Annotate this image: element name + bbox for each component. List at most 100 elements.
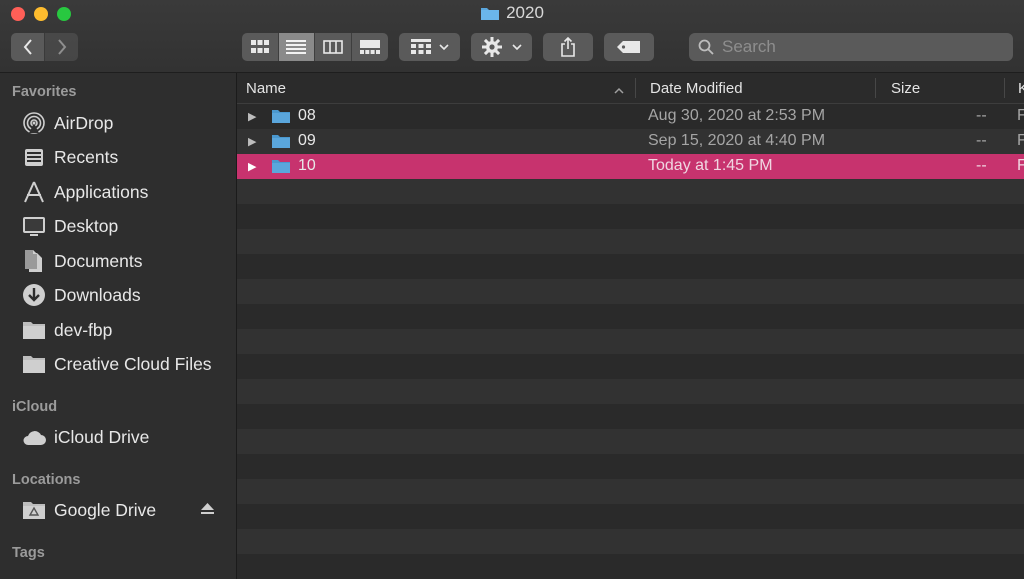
chevron-down-icon (438, 44, 449, 50)
sidebar-item-label: dev-fbp (54, 319, 113, 340)
empty-row (237, 179, 1024, 204)
sidebar-item-documents[interactable]: Documents (22, 247, 143, 275)
column-header-name[interactable]: Name (246, 80, 286, 97)
list-header: Name Date Modified Size K (237, 73, 1024, 104)
back-button[interactable] (11, 33, 45, 61)
disclosure-triangle-icon[interactable]: ▶ (248, 135, 256, 148)
search-input[interactable] (720, 36, 1004, 58)
sidebar-section-favorites: Favorites (12, 84, 77, 100)
chevron-right-icon (57, 39, 66, 55)
column-header-size[interactable]: Size (891, 80, 920, 97)
share-icon (561, 37, 575, 57)
table-row-selected[interactable]: ▶ 10 Today at 1:45 PM -- F (237, 154, 1024, 179)
toolbar: 2020 (0, 0, 1024, 73)
sidebar-item-recents[interactable]: Recents (22, 143, 118, 171)
sidebar-item-label: Desktop (54, 215, 119, 236)
file-name: 08 (298, 107, 316, 124)
rows: ▶ 08 Aug 30, 2020 at 2:53 PM -- F ▶ 09 S… (237, 104, 1024, 579)
sidebar-item-label: Recents (54, 146, 119, 167)
tags-button[interactable] (604, 33, 654, 61)
sidebar-item-creative-cloud-files[interactable]: Creative Cloud Files (22, 350, 212, 378)
folder-icon (481, 8, 500, 20)
tag-icon (617, 41, 640, 53)
empty-row (237, 329, 1024, 354)
empty-row (237, 279, 1024, 304)
gallery-icon (359, 40, 380, 54)
table-row[interactable]: ▶ 08 Aug 30, 2020 at 2:53 PM -- F (237, 104, 1024, 129)
downloads-icon (22, 283, 46, 307)
empty-row (237, 354, 1024, 379)
forward-button[interactable] (45, 33, 78, 61)
list-view-button[interactable] (278, 33, 315, 61)
column-divider[interactable] (1004, 78, 1005, 98)
sidebar: Favorites AirDrop Recents Applications D… (0, 73, 237, 579)
empty-row (237, 404, 1024, 429)
view-mode-control (242, 33, 388, 61)
chevron-up-icon (614, 81, 624, 98)
file-name: 09 (298, 132, 316, 149)
disclosure-triangle-icon[interactable]: ▶ (248, 110, 256, 123)
columns-icon (322, 40, 343, 54)
chevron-left-icon (23, 39, 32, 55)
sidebar-item-google-drive[interactable]: Google Drive (22, 496, 156, 524)
applications-icon (22, 180, 46, 204)
sidebar-item-label: Google Drive (54, 499, 157, 520)
sidebar-item-label: iCloud Drive (54, 426, 150, 447)
sidebar-item-label: Downloads (54, 284, 141, 305)
sidebar-item-label: AirDrop (54, 112, 114, 133)
sidebar-item-icloud-drive[interactable]: iCloud Drive (22, 423, 149, 451)
column-divider[interactable] (875, 78, 876, 98)
sidebar-item-desktop[interactable]: Desktop (22, 212, 118, 240)
file-size: -- (976, 132, 987, 149)
file-name: 10 (298, 157, 316, 174)
column-view-button[interactable] (315, 33, 352, 61)
sidebar-item-downloads[interactable]: Downloads (22, 281, 141, 309)
empty-row (237, 429, 1024, 454)
documents-icon (22, 249, 46, 273)
icon-view-button[interactable] (242, 33, 279, 61)
share-button[interactable] (543, 33, 593, 61)
search-field[interactable] (689, 33, 1013, 61)
file-size: -- (976, 107, 987, 124)
folder-icon (271, 133, 291, 154)
airdrop-icon (22, 111, 46, 135)
empty-row (237, 254, 1024, 279)
group-button[interactable] (399, 33, 460, 61)
action-button[interactable] (471, 33, 532, 61)
folder-icon (22, 352, 46, 376)
empty-rows (237, 179, 1024, 579)
table-row[interactable]: ▶ 09 Sep 15, 2020 at 4:40 PM -- F (237, 129, 1024, 154)
eject-icon[interactable] (201, 503, 214, 518)
sidebar-item-label: Documents (54, 250, 143, 271)
sidebar-section-icloud: iCloud (12, 399, 58, 415)
window-title: 2020 (0, 3, 1024, 23)
grid-icon (250, 40, 269, 53)
file-kind: F (1017, 132, 1024, 149)
sidebar-item-label: Creative Cloud Files (54, 353, 212, 374)
sidebar-item-applications[interactable]: Applications (22, 178, 148, 206)
sidebar-item-label: Applications (54, 181, 149, 202)
drive-icon (22, 498, 46, 522)
desktop-icon (22, 214, 46, 238)
disclosure-triangle-icon[interactable]: ▶ (248, 160, 256, 173)
column-header-date-modified[interactable]: Date Modified (650, 80, 743, 97)
gallery-view-button[interactable] (352, 33, 389, 61)
file-size: -- (976, 157, 987, 174)
empty-row (237, 504, 1024, 529)
empty-row (237, 229, 1024, 254)
window-title-text: 2020 (506, 3, 544, 22)
sidebar-item-dev-fbp[interactable]: dev-fbp (22, 316, 112, 344)
file-date: Aug 30, 2020 at 2:53 PM (648, 107, 826, 124)
file-kind: F (1017, 107, 1024, 124)
folder-icon (22, 318, 46, 342)
list-icon (286, 40, 307, 54)
nav-buttons (11, 33, 78, 61)
cloud-icon (22, 425, 46, 449)
sidebar-item-airdrop[interactable]: AirDrop (22, 109, 113, 137)
column-header-kind[interactable]: K (1018, 80, 1024, 97)
empty-row (237, 304, 1024, 329)
column-divider[interactable] (635, 78, 636, 98)
file-list: Name Date Modified Size K ▶ 08 Aug 30, 2… (237, 73, 1024, 579)
empty-row (237, 529, 1024, 554)
folder-icon (271, 158, 291, 179)
